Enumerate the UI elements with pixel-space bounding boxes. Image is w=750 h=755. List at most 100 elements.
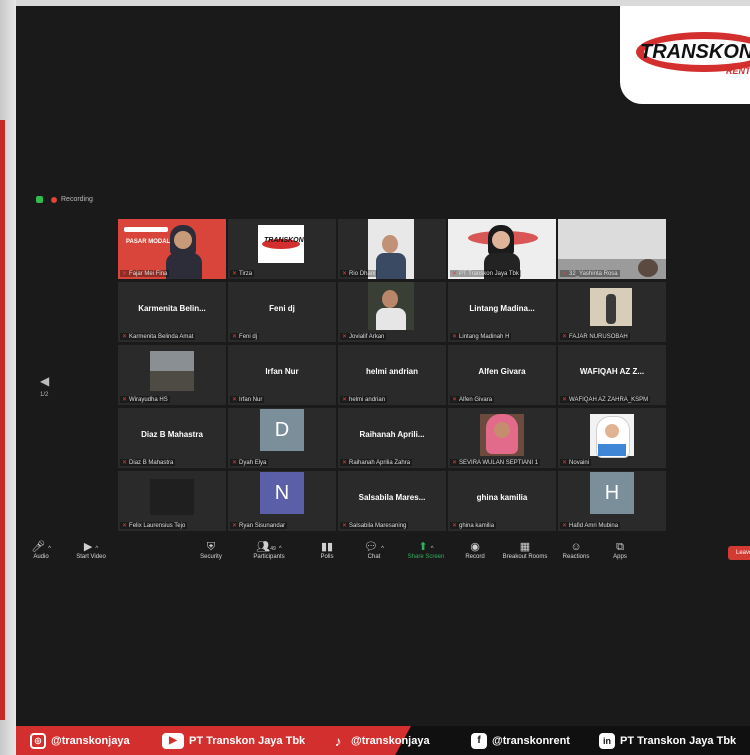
participant-tile[interactable]: ghina kamilia ✕ ghina kamilia: [448, 471, 556, 531]
apps-button[interactable]: ⧉ Apps: [590, 541, 650, 560]
participant-name: ✕ Irfan Nur: [230, 396, 265, 403]
participant-tile[interactable]: Irfan Nur ✕ Irfan Nur: [228, 345, 336, 405]
meeting-toolbar: 🎤︎ ^ Audio ▶ ^ Start Video ⛨ Security 👥︎…: [16, 538, 750, 572]
participant-tile[interactable]: ✕ PT Transkon Jaya Tbk: [448, 219, 556, 279]
footer-tiktok: ♪ @transkonjaya: [330, 733, 430, 749]
participant-tile[interactable]: helmi andrian ✕ helmi andrian: [338, 345, 446, 405]
social-footer: ◎ @transkonjaya ▶ PT Transkon Jaya Tbk ♪…: [16, 726, 750, 755]
mic-muted-icon: ✕: [562, 460, 568, 466]
facebook-icon: f: [471, 733, 487, 749]
participant-name: ✕ Hafid Amri Mubina: [560, 522, 621, 529]
participant-tile[interactable]: ✕ Rio Dhani: [338, 219, 446, 279]
participant-tile[interactable]: ✕ Wirayudha HS: [118, 345, 226, 405]
participant-tile[interactable]: D ✕ Dyah Elya: [228, 408, 336, 468]
security-shield-icon: [36, 196, 43, 203]
avatar: H: [590, 472, 634, 514]
mic-muted-icon: ✕: [122, 397, 128, 403]
participant-tile[interactable]: H ✕ Hafid Amri Mubina: [558, 471, 666, 531]
mic-muted-icon: ✕: [562, 271, 568, 277]
participant-tile[interactable]: Lintang Madina... ✕ Lintang Madinah H: [448, 282, 556, 342]
participant-tile[interactable]: TRANSKON ✕ Tirza: [228, 219, 336, 279]
participant-display-name: WAFIQAH AZ Z...: [579, 367, 645, 376]
mic-muted-icon: ✕: [122, 334, 128, 340]
participant-name: ✕ helmi andrian: [340, 396, 388, 403]
mic-muted-icon: ✕: [562, 334, 568, 340]
participant-name: ✕ Lintang Madinah H: [450, 333, 512, 340]
participant-tile[interactable]: ✕ Jovialif Arkan: [338, 282, 446, 342]
mic-muted-icon: ✕: [232, 397, 238, 403]
participant-tile[interactable]: Feni dj ✕ Feni dj: [228, 282, 336, 342]
participants-count: 49: [270, 546, 276, 552]
participant-display-name: Alfen Givara: [478, 367, 526, 376]
participant-name: ✕ Ryan Sisunandar: [230, 522, 288, 529]
participants-icon: 👥︎49 ^: [256, 541, 282, 553]
avatar: D: [260, 409, 304, 451]
linkedin-icon: in: [599, 733, 615, 749]
participant-display-name: Feni dj: [269, 304, 295, 313]
participant-display-name: Salsabila Mares...: [358, 493, 426, 502]
mic-muted-icon: ✕: [452, 460, 458, 466]
previous-page-icon[interactable]: ◀: [40, 374, 49, 388]
participant-tile[interactable]: ✕ Felix Laurensius Tejo: [118, 471, 226, 531]
mic-muted-icon: ✕: [562, 397, 568, 403]
participant-name: ✕ Felix Laurensius Tejo: [120, 522, 188, 529]
participant-display-name: Raihanah Aprili...: [359, 430, 425, 439]
participant-tile[interactable]: N ✕ Ryan Sisunandar: [228, 471, 336, 531]
participant-display-name: helmi andrian: [365, 367, 418, 376]
chat-icon: 💬︎ ^: [364, 541, 384, 553]
mic-muted-icon: ✕: [342, 397, 348, 403]
footer-youtube: ▶ PT Transkon Jaya Tbk: [162, 733, 305, 749]
participant-tile[interactable]: ✕ FAJAR NURUSOBAH: [558, 282, 666, 342]
recording-indicator[interactable]: Recording: [36, 196, 93, 203]
mic-muted-icon: ✕: [342, 523, 348, 529]
mic-muted-icon: ✕: [232, 334, 238, 340]
participant-tile[interactable]: Raihanah Aprili... ✕ Raihanah Aprilia Zah…: [338, 408, 446, 468]
participant-tile[interactable]: PASAR MODAL ✕ Fajar Mei Fina: [118, 219, 226, 279]
participant-name: ✕ Alfen Givara: [450, 396, 495, 403]
mic-muted-icon: ✕: [452, 334, 458, 340]
participant-tile[interactable]: Alfen Givara ✕ Alfen Givara: [448, 345, 556, 405]
participant-tile[interactable]: WAFIQAH AZ Z... ✕ WAFIQAH AZ ZAHRA_KSPM: [558, 345, 666, 405]
participant-name: ✕ Raihanah Aprilia Zahra: [340, 459, 413, 466]
mic-muted-icon: ✕: [452, 271, 458, 277]
mic-muted-icon: ✕: [342, 334, 348, 340]
participant-name: ✕ ghina kamilia: [450, 522, 497, 529]
participant-tile[interactable]: Diaz B Mahastra ✕ Diaz B Mahastra: [118, 408, 226, 468]
participant-tile[interactable]: Karmenita Belin... ✕ Karmenita Belinda Am…: [118, 282, 226, 342]
participant-name: ✕ SEVIRA WULAN SEPTIANI 1: [450, 459, 541, 466]
participant-name: ✕ Salsabila Maresaning: [340, 522, 409, 529]
participant-name: ✕ Novaini: [560, 459, 592, 466]
leave-button[interactable]: Leave: [728, 546, 750, 560]
participant-display-name: ghina kamilia: [476, 493, 528, 502]
participant-name: ✕ Jovialif Arkan: [340, 333, 387, 340]
mic-muted-icon: ✕: [122, 523, 128, 529]
footer-linkedin: in PT Transkon Jaya Tbk: [599, 733, 736, 749]
participant-grid: PASAR MODAL ✕ Fajar Mei Fina TRANSKON ✕ Ti…: [118, 219, 666, 533]
mic-muted-icon: ✕: [232, 460, 238, 466]
participant-name: ✕ Feni dj: [230, 333, 260, 340]
participant-name: ✕ Karmenita Belinda Amat: [120, 333, 196, 340]
participant-tile[interactable]: ✕ Novaini: [558, 408, 666, 468]
video-off-icon: ▶ ^: [83, 541, 99, 553]
participant-tile[interactable]: Salsabila Mares... ✕ Salsabila Maresaning: [338, 471, 446, 531]
participants-button[interactable]: 👥︎49 ^ Participants: [239, 541, 299, 560]
security-button[interactable]: ⛨ Security: [181, 541, 241, 560]
transkon-logo-mark: TRANSKON RENT: [636, 32, 750, 76]
participant-name: ✕ Wirayudha HS: [120, 396, 170, 403]
page-navigation[interactable]: ◀ 1/2: [40, 374, 49, 398]
participant-name: ✕ 32_Yashinta Rosa: [560, 270, 620, 277]
chat-button[interactable]: 💬︎ ^ Chat: [344, 541, 404, 560]
participant-tile[interactable]: ✕ 32_Yashinta Rosa: [558, 219, 666, 279]
participant-display-name: Lintang Madina...: [469, 304, 535, 313]
participant-name: ✕ PT Transkon Jaya Tbk: [450, 270, 521, 277]
participant-name: ✕ Dyah Elya: [230, 459, 269, 466]
start-video-button[interactable]: ▶ ^ Start Video: [61, 541, 121, 560]
apps-icon: ⧉: [616, 541, 624, 553]
mic-muted-icon: ✕: [342, 460, 348, 466]
mic-muted-icon: ✕: [452, 523, 458, 529]
footer-facebook: f @transkonrent: [471, 733, 570, 749]
participant-tile[interactable]: ✕ SEVIRA WULAN SEPTIANI 1: [448, 408, 556, 468]
participant-name: ✕ Tirza: [230, 270, 255, 277]
participant-display-name: Irfan Nur: [265, 367, 299, 376]
mic-muted-icon: ✕: [122, 460, 128, 466]
